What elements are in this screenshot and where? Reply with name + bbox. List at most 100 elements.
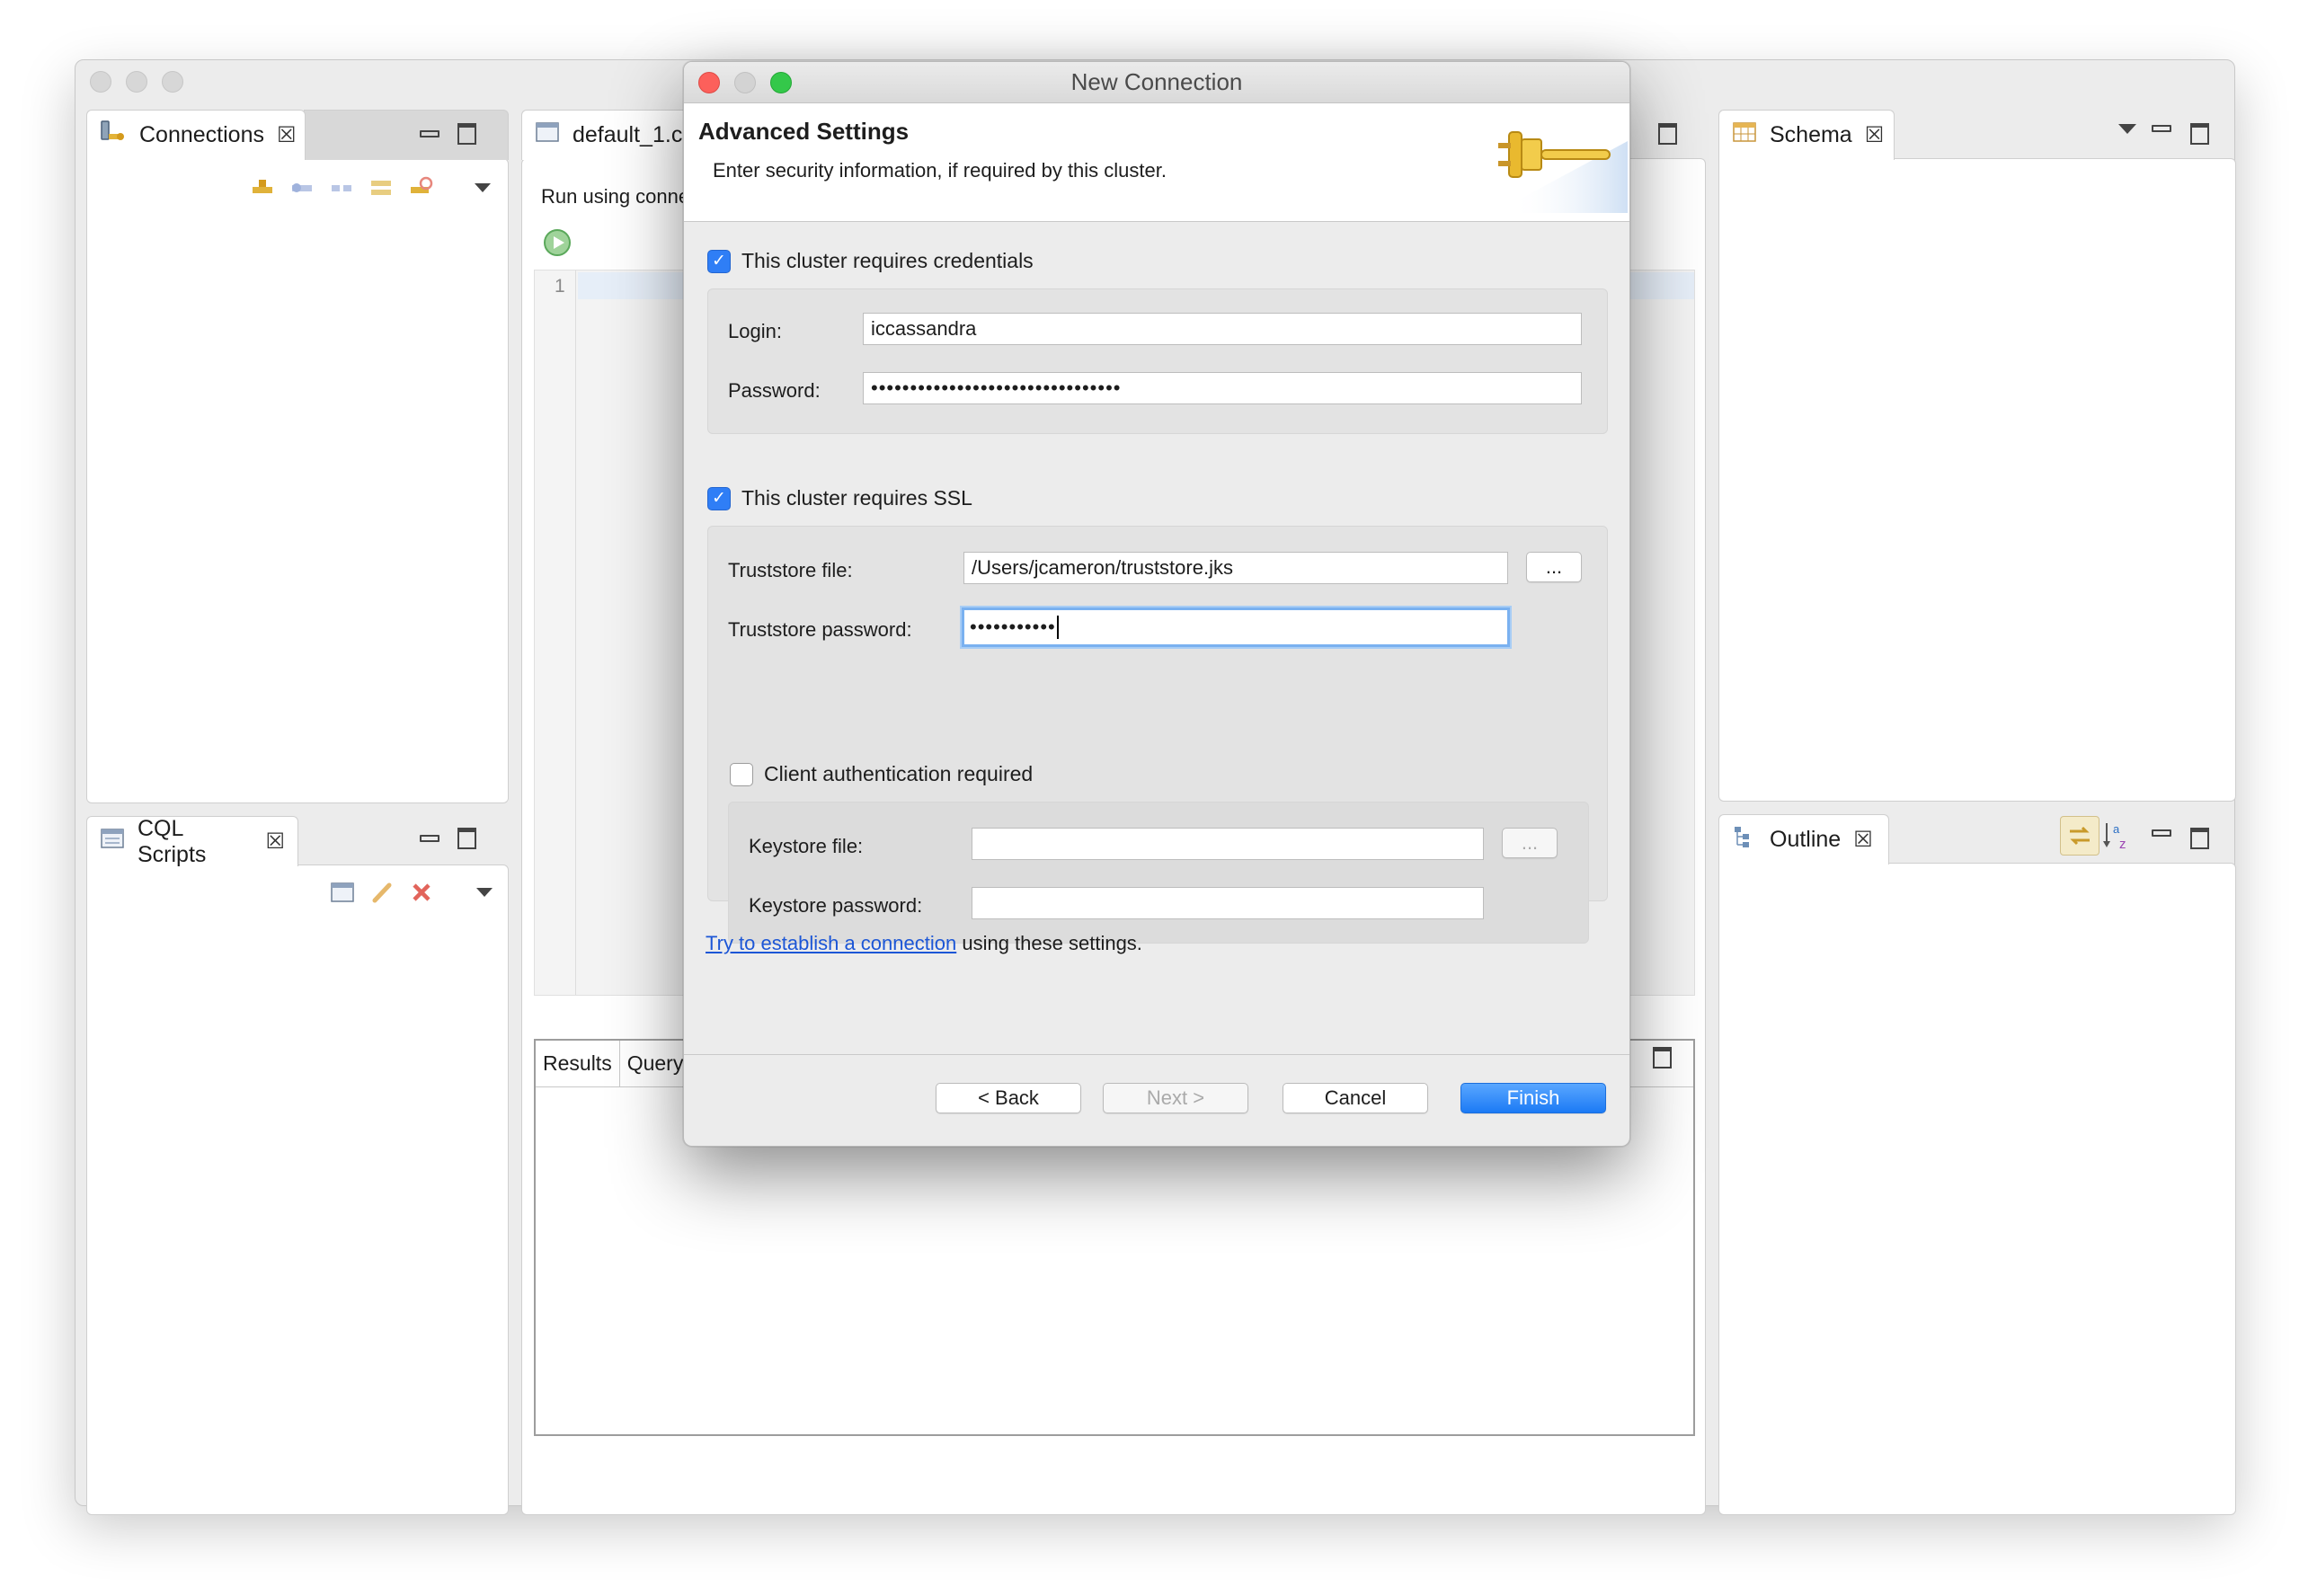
window-minimize-button-inactive[interactable] xyxy=(126,71,147,93)
client-auth-checkbox[interactable] xyxy=(730,762,753,786)
minimize-view-icon[interactable] xyxy=(2148,820,2175,847)
tab-connections[interactable]: Connections ☒ xyxy=(86,110,306,160)
dialog-title: New Connection xyxy=(1070,68,1243,95)
next-button[interactable]: Next > xyxy=(1103,1083,1248,1113)
keystore-password-input[interactable] xyxy=(972,887,1484,919)
run-icon[interactable] xyxy=(543,228,572,262)
cql-scripts-toolbar xyxy=(329,879,498,906)
new-connection-icon[interactable] xyxy=(250,174,277,201)
keystore-file-input[interactable] xyxy=(972,828,1484,860)
test-connection-link[interactable]: Try to establish a connection xyxy=(706,932,956,954)
ssl-checkbox-row[interactable]: ✓ This cluster requires SSL xyxy=(707,486,972,510)
edit-connection-icon[interactable] xyxy=(368,174,395,201)
pencil-icon[interactable] xyxy=(368,879,395,906)
tab-connections-label: Connections xyxy=(139,122,264,147)
dialog-minimize-button[interactable] xyxy=(734,72,756,93)
ssl-group: Truststore file: /Users/jcameron/trustst… xyxy=(707,526,1608,944)
schema-view-body xyxy=(1718,158,2236,802)
view-menu-icon[interactable] xyxy=(2114,115,2141,142)
text-cursor xyxy=(1056,616,1059,639)
schema-view: Schema ☒ xyxy=(1718,110,2236,802)
finish-button[interactable]: Finish xyxy=(1460,1083,1606,1113)
window-zoom-button-inactive[interactable] xyxy=(162,71,183,93)
truststore-password-label: Truststore password: xyxy=(728,618,912,641)
cql-scripts-icon xyxy=(100,827,125,856)
maximize-results-icon[interactable] xyxy=(1648,1044,1675,1071)
disconnect-icon[interactable] xyxy=(329,174,356,201)
outline-view-body xyxy=(1718,863,2236,1515)
close-tab-icon[interactable]: ☒ xyxy=(277,122,297,148)
maximize-view-icon[interactable] xyxy=(453,825,480,852)
dialog-header-banner: Advanced Settings Enter security informa… xyxy=(684,103,1629,222)
client-auth-checkbox-row[interactable]: Client authentication required xyxy=(730,762,1033,786)
back-button[interactable]: < Back xyxy=(936,1083,1081,1113)
connections-toolbar xyxy=(250,174,496,201)
tab-cql-scripts-label: CQL Scripts xyxy=(138,815,207,867)
maximize-view-icon[interactable] xyxy=(453,120,480,147)
tab-results[interactable]: Results xyxy=(536,1041,620,1086)
plug-icon xyxy=(1493,114,1628,217)
footer-divider xyxy=(684,1054,1629,1055)
cql-file-icon xyxy=(535,120,560,150)
window-close-button-inactive[interactable] xyxy=(90,71,111,93)
view-menu-icon[interactable] xyxy=(469,174,496,201)
connect-icon[interactable] xyxy=(289,174,316,201)
maximize-editor-icon[interactable] xyxy=(1654,120,1681,147)
outline-icon xyxy=(1732,824,1757,856)
connections-view: Connections ☒ xyxy=(86,110,509,803)
test-connection-suffix: using these settings. xyxy=(956,932,1142,954)
delete-connection-icon[interactable] xyxy=(408,174,435,201)
credentials-group: Login: iccassandra Password: •••••••••••… xyxy=(707,288,1608,434)
minimize-view-icon[interactable] xyxy=(2148,115,2175,142)
svg-text:z: z xyxy=(2119,837,2126,852)
sort-alphabetically-icon[interactable]: az xyxy=(2101,820,2134,856)
tab-outline-label: Outline xyxy=(1770,827,1842,852)
outline-view: Outline ☒ az xyxy=(1718,814,2236,1515)
link-with-editor-icon[interactable] xyxy=(2060,816,2099,856)
tab-outline[interactable]: Outline ☒ xyxy=(1718,814,1889,864)
line-number-gutter xyxy=(535,270,576,995)
minimize-view-icon[interactable] xyxy=(416,120,443,147)
minimize-view-icon[interactable] xyxy=(416,825,443,852)
view-menu-icon[interactable] xyxy=(471,879,498,906)
maximize-view-icon[interactable] xyxy=(2186,120,2213,147)
tab-editor-label: default_1.cql xyxy=(573,122,700,147)
keystore-browse-button[interactable]: ... xyxy=(1502,828,1558,858)
login-input[interactable]: iccassandra xyxy=(863,313,1582,345)
page-title: Advanced Settings xyxy=(698,118,910,145)
credentials-checkbox-label: This cluster requires credentials xyxy=(741,249,1034,272)
truststore-file-input[interactable]: /Users/jcameron/truststore.jks xyxy=(963,552,1508,584)
credentials-checkbox[interactable]: ✓ xyxy=(707,249,731,273)
tab-schema[interactable]: Schema ☒ xyxy=(1718,110,1895,160)
new-script-icon[interactable] xyxy=(329,879,356,906)
tab-cql-scripts[interactable]: CQL Scripts ☒ xyxy=(86,815,298,867)
truststore-password-input[interactable]: ••••••••••• xyxy=(962,607,1510,647)
page-description: Enter security information, if required … xyxy=(713,159,1167,182)
close-tab-icon[interactable]: ☒ xyxy=(1865,122,1885,148)
close-tab-icon[interactable]: ☒ xyxy=(1853,827,1873,853)
credentials-checkbox-row[interactable]: ✓ This cluster requires credentials xyxy=(707,249,1034,273)
maximize-view-icon[interactable] xyxy=(2186,825,2213,852)
client-auth-checkbox-label: Client authentication required xyxy=(764,762,1034,785)
truststore-browse-button[interactable]: ... xyxy=(1526,552,1582,582)
dialog-close-button[interactable] xyxy=(698,72,720,93)
cancel-button[interactable]: Cancel xyxy=(1283,1083,1428,1113)
tab-query[interactable]: Query xyxy=(620,1041,691,1086)
ssl-checkbox[interactable]: ✓ xyxy=(707,486,731,510)
schema-table-icon xyxy=(1732,120,1757,150)
dialog-title-bar: New Connection xyxy=(684,62,1629,103)
test-connection-text: Try to establish a connection using thes… xyxy=(706,932,1142,955)
password-input[interactable]: •••••••••••••••••••••••••••••••• xyxy=(863,372,1582,404)
password-label: Password: xyxy=(728,379,821,402)
new-connection-dialog: New Connection Advanced Settings Enter s… xyxy=(683,61,1630,1147)
dialog-zoom-button[interactable] xyxy=(770,72,792,93)
client-auth-group: Keystore file: ... Keystore password: xyxy=(728,802,1589,944)
ssl-checkbox-label: This cluster requires SSL xyxy=(741,486,972,510)
line-number: 1 xyxy=(555,276,565,297)
connections-icon xyxy=(100,120,127,151)
delete-icon[interactable] xyxy=(408,879,435,906)
truststore-file-label: Truststore file: xyxy=(728,559,853,581)
truststore-password-value: ••••••••••• xyxy=(970,616,1056,638)
close-tab-icon[interactable]: ☒ xyxy=(265,829,285,855)
cql-scripts-view: CQL Scripts ☒ xyxy=(86,816,509,1515)
